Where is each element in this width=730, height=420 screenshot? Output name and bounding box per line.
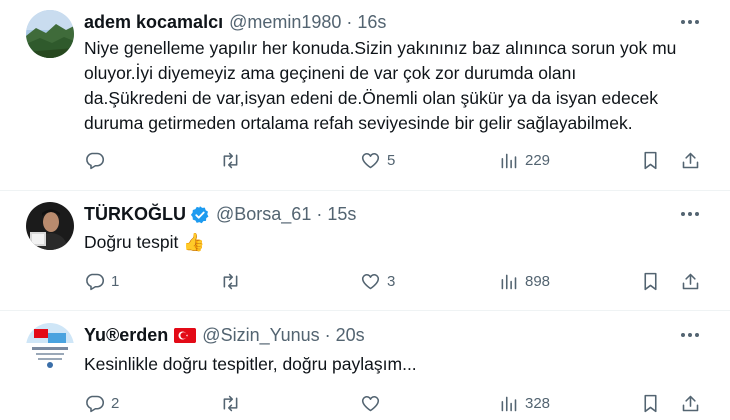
bookmark-icon: [644, 272, 657, 291]
retweet-button[interactable]: [220, 393, 247, 414]
timestamp[interactable]: 20s: [336, 325, 365, 346]
tweet-text: Doğru tespit 👍: [84, 232, 206, 252]
bookmark-button[interactable]: [640, 393, 661, 414]
reply-icon: [86, 152, 105, 170]
share-button[interactable]: [680, 393, 701, 414]
user-handle[interactable]: @Borsa_61: [216, 204, 311, 225]
like-button[interactable]: 3: [360, 271, 395, 292]
views-chart-icon: [501, 274, 517, 290]
bookmark-icon: [644, 394, 657, 413]
reply-icon: [86, 395, 105, 413]
action-bar: 5 229: [84, 150, 704, 174]
share-icon: [682, 152, 699, 169]
timestamp[interactable]: 15s: [327, 204, 356, 225]
bookmark-icon: [644, 151, 657, 170]
reply-button[interactable]: 1: [84, 271, 119, 292]
separator: ·: [316, 204, 323, 224]
turkey-flag-icon: [174, 328, 197, 343]
like-button[interactable]: [360, 393, 387, 414]
tweet-feed: adem kocamalcı @memin1980 · 16s Niye gen…: [0, 0, 730, 420]
heart-icon: [361, 395, 380, 412]
action-bar: 2 328: [84, 393, 704, 417]
separator: ·: [346, 12, 353, 32]
share-button[interactable]: [680, 271, 701, 292]
share-button[interactable]: [680, 150, 701, 171]
avatar[interactable]: [26, 323, 74, 371]
view-count: 898: [525, 273, 551, 290]
views-chart-icon: [501, 153, 517, 169]
bookmark-button[interactable]: [640, 150, 661, 171]
views-button[interactable]: 898: [498, 271, 550, 292]
heart-icon: [361, 152, 380, 169]
like-count: 3: [387, 273, 396, 290]
reply-count: 2: [111, 395, 120, 412]
retweet-icon: [223, 273, 238, 290]
avatar[interactable]: [26, 202, 74, 250]
more-horizontal-icon[interactable]: [678, 204, 702, 224]
tweet-text: Niye genelleme yapılır her konuda.Sizin …: [84, 38, 677, 133]
user-handle[interactable]: @memin1980: [229, 12, 341, 33]
share-icon: [682, 395, 699, 412]
retweet-icon: [223, 152, 238, 169]
tweet[interactable]: Yu®erden @Sizin_Yunus · 20s Kesinlikle d…: [0, 311, 730, 420]
views-chart-icon: [501, 396, 517, 412]
tweet[interactable]: TÜRKOĞLU @Borsa_61 · 15s Doğru tespit 👍 …: [0, 191, 730, 310]
reply-icon: [86, 273, 105, 291]
timestamp[interactable]: 16s: [357, 12, 386, 33]
tweet-header: TÜRKOĞLU @Borsa_61 · 15s: [84, 204, 356, 225]
views-button[interactable]: 229: [498, 150, 550, 171]
view-count: 229: [525, 152, 551, 169]
verified-badge-icon: [190, 205, 210, 225]
separator: ·: [324, 325, 331, 345]
retweet-button[interactable]: [220, 271, 247, 292]
tweet-header: Yu®erden @Sizin_Yunus · 20s: [84, 325, 365, 346]
reply-count: 1: [111, 273, 120, 290]
like-count: 5: [387, 152, 396, 169]
tweet[interactable]: adem kocamalcı @memin1980 · 16s Niye gen…: [0, 0, 730, 190]
retweet-button[interactable]: [220, 150, 247, 171]
heart-icon: [361, 273, 380, 290]
reply-button[interactable]: 2: [84, 393, 119, 414]
reply-button[interactable]: [84, 150, 111, 171]
display-name[interactable]: adem kocamalcı: [84, 12, 223, 33]
more-horizontal-icon[interactable]: [678, 12, 702, 32]
like-button[interactable]: 5: [360, 150, 395, 171]
display-name[interactable]: TÜRKOĞLU: [84, 204, 186, 225]
bookmark-button[interactable]: [640, 271, 661, 292]
share-icon: [682, 273, 699, 290]
view-count: 328: [525, 395, 551, 412]
tweet-header: adem kocamalcı @memin1980 · 16s: [84, 12, 386, 33]
views-button[interactable]: 328: [498, 393, 550, 414]
retweet-icon: [223, 395, 238, 412]
more-horizontal-icon[interactable]: [678, 325, 702, 345]
user-handle[interactable]: @Sizin_Yunus: [202, 325, 319, 346]
avatar[interactable]: [26, 10, 74, 58]
display-name[interactable]: Yu®erden: [84, 325, 168, 346]
tweet-text: Kesinlikle doğru tespitler, doğru paylaş…: [84, 354, 417, 374]
action-bar: 1 3 898: [84, 271, 704, 295]
